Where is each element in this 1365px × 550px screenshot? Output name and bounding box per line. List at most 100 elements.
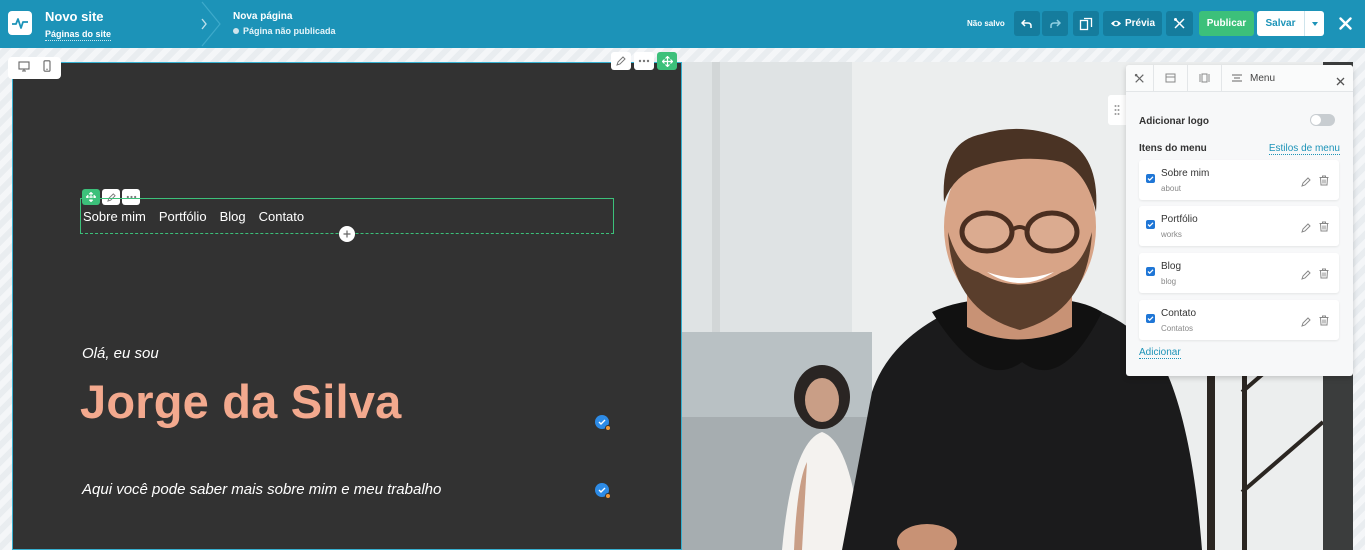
design-tools-icon [1134,73,1144,83]
nav-item-sobre-mim[interactable]: Sobre mim [83,209,146,224]
move-arrows-icon [661,55,673,67]
undo-button[interactable] [1014,11,1040,36]
device-toggle [8,57,61,79]
check-icon [1147,222,1154,227]
menu-styles-link[interactable]: Estilos de menu [1268,143,1340,155]
panel-section-tab[interactable] [1154,64,1188,92]
menu-item[interactable]: Portfólio works [1139,206,1339,246]
close-icon [1338,16,1352,30]
site-title: Novo site [45,9,104,24]
publish-button[interactable]: Publicar [1199,11,1254,36]
pencil-icon [616,56,626,66]
nav-item-portfolio[interactable]: Portfólio [159,209,207,224]
menu-item-label: Portfólio [1161,214,1198,225]
edit-menu-item-button[interactable] [1301,174,1311,192]
menu-item[interactable]: Sobre mim about [1139,160,1339,200]
panel-column-tab[interactable] [1188,64,1222,92]
page-info[interactable]: Nova página Página não publicada [233,11,336,36]
hero-text-section[interactable] [12,62,682,550]
delete-menu-item-button[interactable] [1319,313,1329,331]
edit-menu-item-button[interactable] [1301,314,1311,332]
add-block-button[interactable] [339,226,355,242]
close-editor-button[interactable] [1334,12,1356,34]
nav-item-contato[interactable]: Contato [259,209,305,224]
app-logo[interactable] [8,11,32,35]
edit-menu-item-button[interactable] [1301,220,1311,238]
add-logo-label: Adicionar logo [1139,116,1209,127]
save-options-button[interactable] [1304,11,1324,36]
pencil-icon [1301,223,1311,233]
edit-menu-item-button[interactable] [1301,267,1311,285]
text-check-badge[interactable] [595,415,611,431]
close-icon [1336,77,1345,86]
more-dots-icon [638,59,650,63]
page-status: Página não publicada [233,26,336,36]
menu-item-label: Contato [1161,308,1197,319]
menu-item-slug: blog [1161,277,1177,286]
save-button[interactable]: Salvar [1257,11,1304,36]
menu-item-slug: about [1161,184,1182,193]
menu-item[interactable]: Contato Contatos [1139,300,1339,340]
menu-item-checkbox[interactable] [1146,314,1155,323]
site-pages-link[interactable]: Páginas do site [45,29,112,41]
menu-item-slug: works [1161,230,1182,239]
undo-icon [1021,18,1032,28]
add-logo-toggle[interactable] [1310,114,1335,126]
trash-icon [1319,221,1329,232]
status-dot-icon [233,28,239,34]
check-icon [1147,176,1154,181]
delete-menu-item-button[interactable] [1319,266,1329,284]
trash-icon [1319,175,1329,186]
menu-item-checkbox[interactable] [1146,174,1155,183]
copy-pages-icon [1079,17,1093,30]
desktop-icon [18,61,30,72]
menu-lines-icon [1232,74,1242,82]
menu-item-checkbox[interactable] [1146,220,1155,229]
preview-button[interactable]: Prévia [1103,11,1162,36]
text-check-badge[interactable] [595,483,611,499]
design-tools-button[interactable] [1166,11,1193,36]
delete-menu-item-button[interactable] [1319,219,1329,237]
hero-name[interactable]: Jorge da Silva [80,374,402,429]
pencil-icon [1301,177,1311,187]
menu-items-label: Itens do menu [1139,143,1207,154]
check-icon [598,487,606,493]
panel-menu-tab[interactable]: Menu [1232,73,1275,84]
menu-item[interactable]: Blog blog [1139,253,1339,293]
desktop-view-button[interactable] [18,59,30,77]
close-panel-button[interactable] [1336,73,1345,91]
save-status: Não salvo [967,19,1005,28]
redo-button[interactable] [1042,11,1068,36]
edit-section-button[interactable] [611,52,631,70]
panel-design-tab[interactable] [1126,64,1154,92]
trash-icon [1319,315,1329,326]
menu-item-label: Blog [1161,261,1182,272]
hero-subtitle[interactable]: Aqui você pode saber mais sobre mim e me… [82,481,441,498]
menu-item-checkbox[interactable] [1146,267,1155,276]
breadcrumb-chevron-icon [201,1,221,47]
design-tools-icon [1174,18,1185,29]
pulse-logo-icon [12,18,28,29]
pages-copy-button[interactable] [1073,11,1099,36]
site-info: Novo site Páginas do site [45,9,112,42]
mobile-view-button[interactable] [43,59,51,77]
menu-settings-panel: Menu Adicionar logo Itens do menu Estilo… [1126,64,1353,376]
panel-drag-handle[interactable] [1108,95,1126,125]
columns-icon [1199,73,1210,83]
page-status-label: Página não publicada [243,26,336,36]
pencil-icon [1301,270,1311,280]
badge-dot-icon [605,493,611,499]
delete-menu-item-button[interactable] [1319,173,1329,191]
nav-item-blog[interactable]: Blog [220,209,246,224]
pencil-icon [1301,317,1311,327]
section-more-button[interactable] [634,52,654,70]
menu-item-label: Sobre mim [1161,168,1210,179]
menu-item-slug: Contatos [1161,324,1194,333]
section-icon [1165,73,1176,83]
plus-icon [343,230,351,238]
grip-dots-icon [1114,105,1120,115]
add-menu-item-link[interactable]: Adicionar [1139,347,1181,359]
panel-title: Menu [1250,72,1276,84]
hero-greeting[interactable]: Olá, eu sou [82,345,159,362]
move-section-button[interactable] [657,52,677,70]
